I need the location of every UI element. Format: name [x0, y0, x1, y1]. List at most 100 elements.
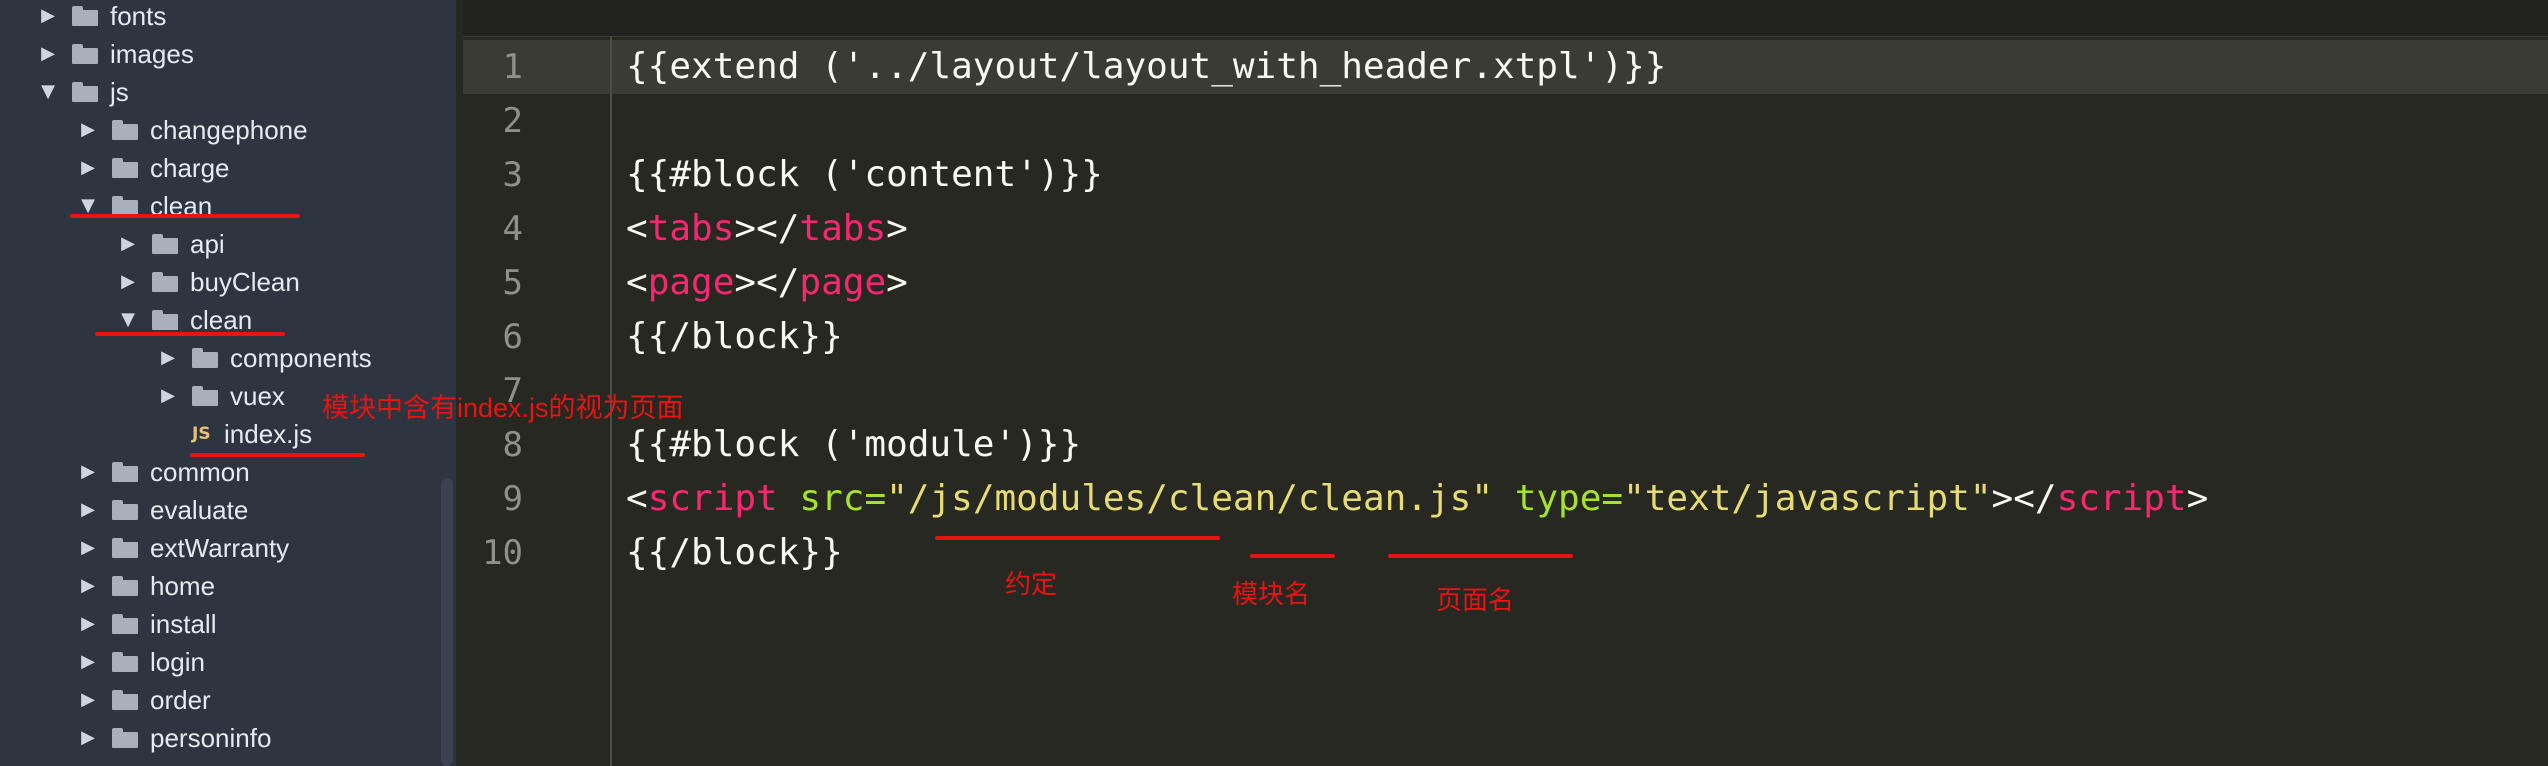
chevron-right-icon[interactable]: ▶	[76, 454, 100, 490]
folder-icon	[112, 652, 138, 672]
tree-item-label: fonts	[110, 1, 167, 31]
code-line-9: <script src="/js/modules/clean/clean.js"…	[626, 472, 2208, 526]
tree-item-label: components	[230, 343, 372, 373]
folder-icon	[112, 538, 138, 558]
chevron-right-icon[interactable]: ▶	[76, 568, 100, 604]
annotation-underline-clean	[70, 214, 300, 218]
annotation-convention: 约定	[1005, 569, 1058, 599]
folder-icon	[112, 614, 138, 634]
folder-icon	[112, 120, 138, 140]
folder-icon	[112, 158, 138, 178]
annotation-module-name: 模块名	[1232, 579, 1311, 609]
tree-item[interactable]: JS index.js	[156, 416, 312, 452]
tree-item[interactable]: ▶ home	[76, 568, 215, 604]
attribute-value: "/js/modules/clean/clean.js"	[886, 478, 1493, 519]
chevron-right-icon[interactable]: ▶	[76, 606, 100, 642]
tree-item[interactable]: ▶ order	[76, 682, 211, 718]
annotation-underline-module	[1250, 554, 1335, 558]
tree-item[interactable]: ▶ extWarranty	[76, 530, 289, 566]
code-token: <	[626, 208, 648, 249]
chevron-right-icon[interactable]: ▶	[156, 340, 180, 376]
code-token: ></	[1991, 478, 2057, 519]
chevron-right-icon[interactable]: ▶	[76, 112, 100, 148]
folder-icon	[72, 82, 98, 102]
attribute-value: "text/javascript"	[1623, 478, 1992, 519]
tag-name: tabs	[799, 208, 887, 249]
editor-tab-strip	[463, 0, 2548, 37]
folder-icon	[112, 196, 138, 216]
line-number: 10	[482, 533, 523, 573]
line-number: 2	[502, 101, 523, 141]
chevron-right-icon[interactable]: ▶	[116, 226, 140, 262]
chevron-right-icon[interactable]: ▶	[76, 492, 100, 528]
chevron-right-icon[interactable]: ▶	[116, 264, 140, 300]
tree-item[interactable]: ▶ fonts	[36, 0, 166, 34]
code-line-1: {{extend ('../layout/layout_with_header.…	[626, 46, 1667, 87]
tree-item-label: clean	[150, 191, 213, 221]
folder-icon	[152, 310, 178, 330]
line-number: 8	[502, 425, 523, 465]
tree-item-label: changephone	[150, 115, 308, 145]
line-number: 3	[502, 155, 523, 195]
folder-icon	[112, 500, 138, 520]
folder-icon	[112, 728, 138, 748]
js-file-icon: JS	[192, 424, 211, 444]
tree-item[interactable]: ▶ common	[76, 454, 250, 490]
file-tree-sidebar: ▶ fonts ▶ images ▼ js ▶ changephone ▶ charge ▼ clea…	[0, 0, 456, 766]
chevron-right-icon[interactable]: ▶	[36, 36, 60, 72]
tree-item-label: vuex	[230, 381, 285, 411]
code-token: ></	[734, 262, 800, 303]
tree-item-label: install	[150, 609, 217, 639]
tree-item[interactable]: ▶ personinfo	[76, 720, 271, 756]
code-token: >	[886, 208, 908, 249]
tree-item[interactable]: ▶ changephone	[76, 112, 308, 148]
folder-icon	[192, 386, 218, 406]
chevron-right-icon[interactable]: ▶	[76, 682, 100, 718]
code-token: <	[626, 478, 648, 519]
tree-item[interactable]: ▶ login	[76, 644, 205, 680]
line-number: 5	[502, 263, 523, 303]
chevron-down-icon[interactable]: ▼	[36, 74, 60, 110]
chevron-right-icon[interactable]: ▶	[76, 644, 100, 680]
tag-name: script	[647, 478, 778, 519]
code-line-8: {{#block ('module')}}	[626, 424, 1082, 465]
tree-item[interactable]: ▼ js	[36, 74, 129, 110]
tree-item-label: charge	[150, 153, 230, 183]
tree-item[interactable]: ▶ charge	[76, 150, 230, 186]
chevron-down-icon[interactable]: ▼	[76, 188, 100, 224]
tree-item-label: js	[110, 77, 129, 107]
tree-item[interactable]: ▶ install	[76, 606, 216, 642]
code-editor[interactable]: 1 2 3 4 5 6 7 8 9 10 {{extend ('../layou…	[463, 0, 2548, 766]
chevron-right-icon[interactable]: ▶	[36, 0, 60, 34]
chevron-right-icon[interactable]: ▶	[76, 720, 100, 756]
chevron-right-icon[interactable]: ▶	[76, 150, 100, 186]
tree-item[interactable]: ▶ vuex	[156, 378, 285, 414]
chevron-right-icon[interactable]: ▶	[76, 530, 100, 566]
code-token: <	[626, 262, 648, 303]
tree-item[interactable]: ▶ api	[116, 226, 225, 262]
folder-icon	[112, 576, 138, 596]
tree-item-label: order	[150, 685, 211, 715]
code-token: ></	[734, 208, 800, 249]
line-number: 1	[502, 47, 523, 87]
attribute-name: src=	[799, 478, 887, 519]
annotation-underline-page	[1388, 554, 1573, 558]
chevron-right-icon[interactable]: ▶	[156, 378, 180, 414]
tree-item-label: common	[150, 457, 250, 487]
line-number: 6	[502, 317, 523, 357]
line-number: 4	[502, 209, 523, 249]
tree-item-label: home	[150, 571, 216, 601]
tree-item[interactable]: ▶ images	[36, 36, 194, 72]
folder-icon	[152, 234, 178, 254]
tree-item[interactable]: ▼ clean	[76, 188, 212, 224]
tree-item[interactable]: ▶ components	[156, 340, 372, 376]
tree-item[interactable]: ▶ evaluate	[76, 492, 248, 528]
folder-icon	[72, 44, 98, 64]
folder-icon	[192, 348, 218, 368]
code-line-5: <page></page>	[626, 256, 908, 310]
sidebar-scrollbar[interactable]	[441, 478, 453, 766]
tag-name: script	[2056, 478, 2187, 519]
tree-item[interactable]: ▶ buyClean	[116, 264, 300, 300]
tree-item-label: evaluate	[150, 495, 249, 525]
